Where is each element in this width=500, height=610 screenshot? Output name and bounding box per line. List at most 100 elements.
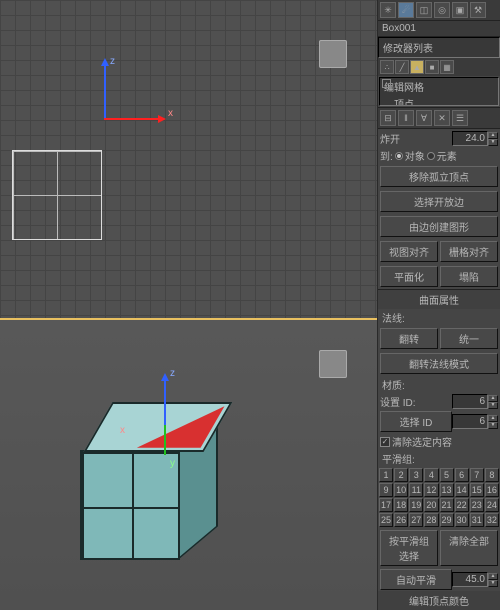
sg-button-9[interactable]: 9 <box>379 483 393 497</box>
set-id-label: 设置 ID: <box>380 394 452 409</box>
grid-align-button[interactable]: 栅格对齐 <box>440 241 498 262</box>
expand-icon[interactable]: - <box>382 79 391 88</box>
sg-button-22[interactable]: 22 <box>455 498 469 512</box>
sg-button-30[interactable]: 30 <box>455 513 469 527</box>
select-id-value[interactable]: 6 <box>452 414 488 429</box>
view-align-button[interactable]: 视图对齐 <box>380 241 438 262</box>
viewport-perspective[interactable]: z x y <box>0 320 377 610</box>
explode-label: 炸开 <box>380 131 452 146</box>
create-by-edge-button[interactable]: 由边创建图形 <box>380 216 498 237</box>
sg-button-24[interactable]: 24 <box>485 498 499 512</box>
axis-label-z: z <box>110 56 115 67</box>
configure-icon[interactable]: ☰ <box>452 110 468 126</box>
sg-button-18[interactable]: 18 <box>394 498 408 512</box>
sg-button-25[interactable]: 25 <box>379 513 393 527</box>
sg-button-2[interactable]: 2 <box>394 468 408 482</box>
sg-button-32[interactable]: 32 <box>485 513 499 527</box>
sg-button-17[interactable]: 17 <box>379 498 393 512</box>
clear-selection-checkbox[interactable]: ✓ <box>380 437 390 447</box>
display-tab-icon[interactable]: ▣ <box>452 2 468 18</box>
motion-tab-icon[interactable]: ◎ <box>434 2 450 18</box>
subobj-vertex-icon[interactable]: ∴ <box>380 60 394 74</box>
stack-vertex[interactable]: 顶点 <box>380 95 498 106</box>
spinner-up-icon[interactable]: ▲ <box>488 573 498 580</box>
hierarchy-tab-icon[interactable]: ◫ <box>416 2 432 18</box>
vertex-color-rollout-head[interactable]: 编辑顶点颜色 <box>378 591 500 610</box>
subobj-face-icon[interactable]: ▲ <box>410 60 424 74</box>
auto-smooth-button[interactable]: 自动平滑 <box>380 569 452 590</box>
viewport-top[interactable]: z x <box>0 0 377 320</box>
sg-button-29[interactable]: 29 <box>440 513 454 527</box>
modifier-stack[interactable]: -编辑网格 顶点 边 面 多边形 元素 Box <box>379 77 499 106</box>
select-by-sg-button[interactable]: 按平滑组选择 <box>380 530 438 566</box>
subobj-edge-icon[interactable]: ╱ <box>395 60 409 74</box>
spinner-down-icon[interactable]: ▼ <box>488 402 498 409</box>
modify-tab-icon[interactable]: ☄ <box>398 2 414 18</box>
auto-smooth-value[interactable]: 45.0 <box>452 572 488 587</box>
sg-button-3[interactable]: 3 <box>409 468 423 482</box>
axis-x-gizmo[interactable] <box>104 118 164 120</box>
sg-button-15[interactable]: 15 <box>470 483 484 497</box>
sg-button-4[interactable]: 4 <box>424 468 438 482</box>
flip-normal-mode-button[interactable]: 翻转法线模式 <box>380 353 498 374</box>
sg-button-27[interactable]: 27 <box>409 513 423 527</box>
select-id-button[interactable]: 选择 ID <box>380 411 452 432</box>
stack-edit-mesh[interactable]: -编辑网格 <box>380 78 498 95</box>
sg-button-19[interactable]: 19 <box>409 498 423 512</box>
utilities-tab-icon[interactable]: ⚒ <box>470 2 486 18</box>
sg-button-28[interactable]: 28 <box>424 513 438 527</box>
viewcube-3d-icon[interactable] <box>319 350 347 378</box>
sg-button-13[interactable]: 13 <box>440 483 454 497</box>
sg-button-23[interactable]: 23 <box>470 498 484 512</box>
spinner-up-icon[interactable]: ▲ <box>488 415 498 422</box>
make-unique-icon[interactable]: ∀ <box>416 110 432 126</box>
sg-button-1[interactable]: 1 <box>379 468 393 482</box>
subobj-poly-icon[interactable]: ■ <box>425 60 439 74</box>
pin-stack-icon[interactable]: ⊟ <box>380 110 396 126</box>
spinner-down-icon[interactable]: ▼ <box>488 422 498 429</box>
sg-button-12[interactable]: 12 <box>424 483 438 497</box>
viewcube-icon[interactable] <box>319 40 347 68</box>
remove-isolated-button[interactable]: 移除孤立顶点 <box>380 166 498 187</box>
sg-button-7[interactable]: 7 <box>470 468 484 482</box>
sg-button-5[interactable]: 5 <box>440 468 454 482</box>
modifier-list-dropdown[interactable]: 修改器列表 <box>378 37 500 58</box>
subobj-element-icon[interactable]: ▦ <box>440 60 454 74</box>
spinner-up-icon[interactable]: ▲ <box>488 395 498 402</box>
sg-button-14[interactable]: 14 <box>455 483 469 497</box>
surface-rollout-head[interactable]: 曲面属性 <box>378 290 500 309</box>
sg-button-31[interactable]: 31 <box>470 513 484 527</box>
spinner-down-icon[interactable]: ▼ <box>488 139 498 146</box>
wireframe-object[interactable] <box>12 150 102 240</box>
clear-all-button[interactable]: 清除全部 <box>440 530 498 566</box>
spinner-up-icon[interactable]: ▲ <box>488 132 498 139</box>
axis-label-z-3d: z <box>170 368 175 379</box>
show-result-icon[interactable]: ‖ <box>398 110 414 126</box>
radio-object[interactable] <box>395 152 403 160</box>
create-tab-icon[interactable]: ✳ <box>380 2 396 18</box>
axis-z-gizmo-3d[interactable] <box>164 375 166 425</box>
sg-button-11[interactable]: 11 <box>409 483 423 497</box>
axis-z-gizmo[interactable] <box>104 60 106 120</box>
axis-y-gizmo-3d[interactable] <box>164 425 166 455</box>
sg-button-6[interactable]: 6 <box>455 468 469 482</box>
collapse-button[interactable]: 塌陷 <box>440 266 498 287</box>
explode-value[interactable]: 24.0 <box>452 131 488 146</box>
select-open-edges-button[interactable]: 选择开放边 <box>380 191 498 212</box>
sg-button-21[interactable]: 21 <box>440 498 454 512</box>
sg-button-16[interactable]: 16 <box>485 483 499 497</box>
sg-button-10[interactable]: 10 <box>394 483 408 497</box>
planarize-button[interactable]: 平面化 <box>380 266 438 287</box>
flip-button[interactable]: 翻转 <box>380 328 438 349</box>
sg-button-20[interactable]: 20 <box>424 498 438 512</box>
unify-button[interactable]: 统一 <box>440 328 498 349</box>
set-id-value[interactable]: 6 <box>452 394 488 409</box>
sg-button-8[interactable]: 8 <box>485 468 499 482</box>
remove-mod-icon[interactable]: ✕ <box>434 110 450 126</box>
cube-face-front[interactable] <box>80 450 180 560</box>
object-name-field[interactable]: Box001 <box>378 21 500 37</box>
mesh-cube[interactable] <box>80 440 220 580</box>
radio-element[interactable] <box>427 152 435 160</box>
sg-button-26[interactable]: 26 <box>394 513 408 527</box>
spinner-down-icon[interactable]: ▼ <box>488 580 498 587</box>
